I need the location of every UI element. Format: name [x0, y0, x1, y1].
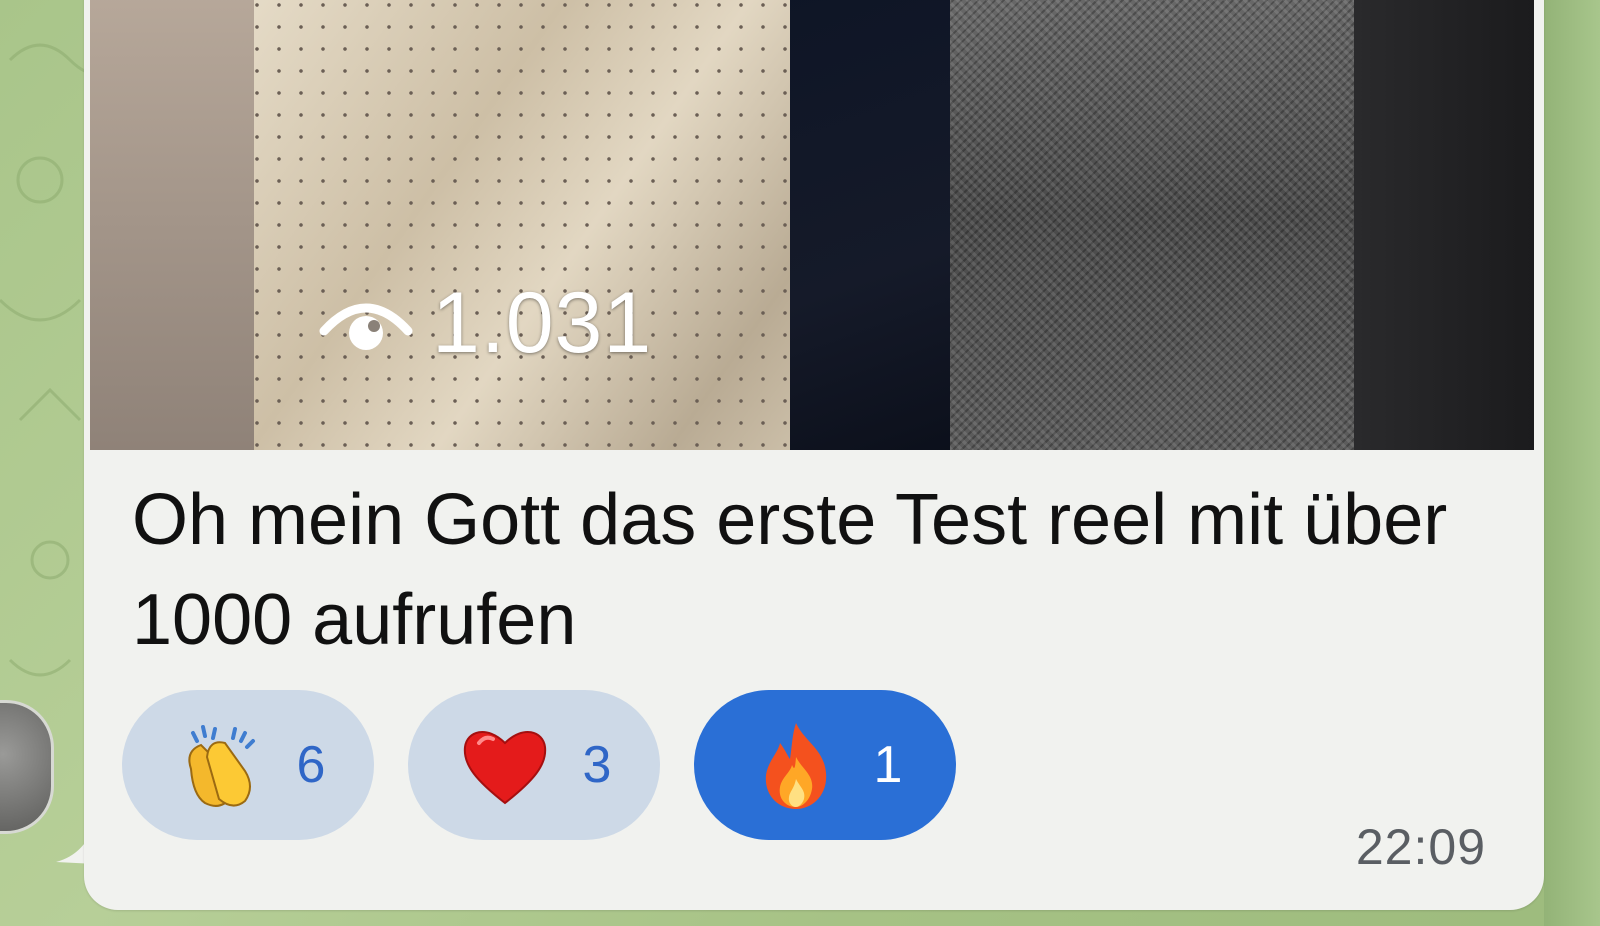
message-bubble[interactable]: 1.031 Oh mein Gott das erste Test reel m… — [84, 0, 1544, 910]
eye-icon — [319, 303, 413, 350]
video-content-scarf — [254, 0, 854, 450]
reaction-clap[interactable]: 6 — [122, 690, 374, 840]
screen-edge — [1544, 0, 1600, 926]
fire-icon — [765, 723, 826, 809]
reaction-heart[interactable]: 3 — [408, 690, 660, 840]
reel-video-preview[interactable]: 1.031 — [90, 0, 1534, 450]
chat-background: 1.031 Oh mein Gott das erste Test reel m… — [0, 0, 1600, 926]
message-caption: Oh mein Gott das erste Test reel mit übe… — [132, 480, 1448, 660]
red-heart-icon — [463, 731, 546, 805]
view-counter: 1.031 — [318, 280, 652, 366]
reaction-count: 1 — [873, 736, 903, 794]
reaction-count: 6 — [296, 736, 326, 794]
reactions-bar: 6 3 1 — [122, 690, 956, 840]
video-content-sweater — [950, 0, 1370, 450]
clapping-hands-icon — [187, 725, 255, 807]
video-left-blur — [90, 0, 254, 450]
reaction-count: 3 — [582, 736, 612, 794]
message-timestamp: 22:09 — [1355, 819, 1486, 875]
reaction-fire[interactable]: 1 — [694, 690, 956, 840]
video-right-blur — [1354, 0, 1534, 450]
views-count: 1.031 — [432, 275, 653, 371]
